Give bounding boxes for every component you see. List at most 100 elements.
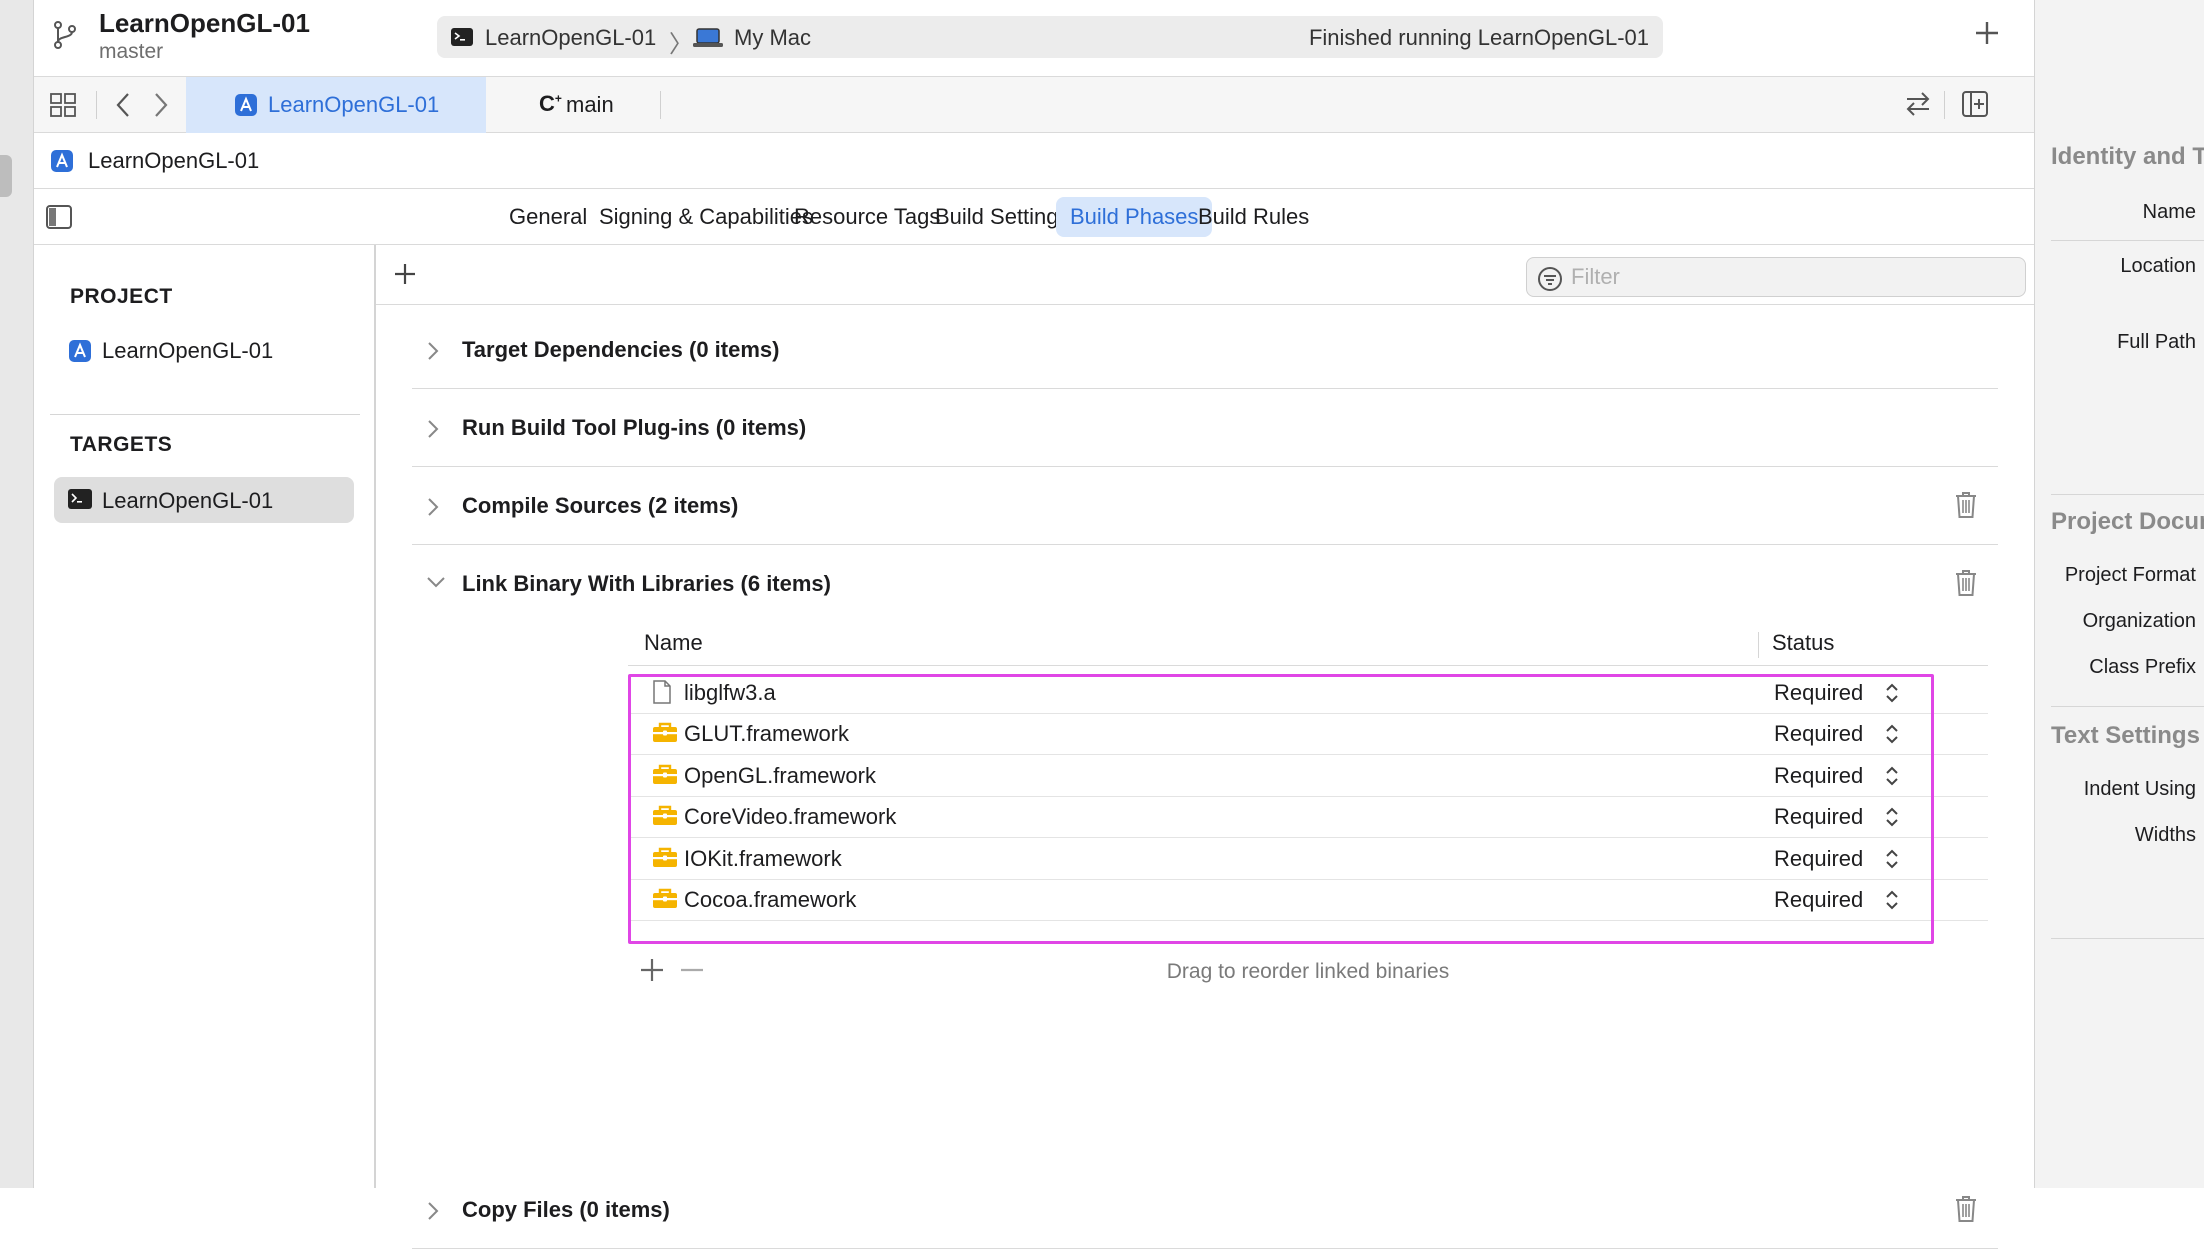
table-row[interactable]: GLUT.framework Required <box>628 711 1988 756</box>
filter-icon <box>1537 266 1563 292</box>
column-header-name[interactable]: Name <box>644 630 703 656</box>
sidebar-toggle-icon[interactable] <box>46 205 72 229</box>
inspector-section-project-document: Project Document <box>2051 508 2204 535</box>
table-row[interactable]: libglfw3.a Required <box>628 670 1988 714</box>
chevron-right-icon[interactable] <box>426 419 440 439</box>
resize-handle[interactable] <box>0 155 12 197</box>
swap-arrows-icon[interactable] <box>1904 91 1932 117</box>
inspector-label-location: Location <box>2120 255 2196 277</box>
left-edge-strip <box>0 0 34 1188</box>
sidebar-item-target[interactable]: LearnOpenGL-01 <box>54 477 354 523</box>
inspector-label-project-format: Project Format <box>2064 564 2196 586</box>
tab-project[interactable]: LearnOpenGL-01 <box>186 77 486 133</box>
trash-icon[interactable] <box>1954 569 1978 597</box>
phase-run-build-tool-plugins[interactable]: Run Build Tool Plug-ins (0 items) <box>412 389 1998 467</box>
status-stepper-icon[interactable] <box>1884 723 1900 745</box>
inspector-section-identity: Identity and Type <box>2051 143 2204 170</box>
targets-header: TARGETS <box>70 433 173 456</box>
divider <box>660 91 661 119</box>
window-toolbar: LearnOpenGL-01 master LearnOpenGL-01 〉 M… <box>34 0 2034 77</box>
chevron-right-icon[interactable] <box>426 1201 440 1221</box>
phase-title: Run Build Tool Plug-ins (0 items) <box>462 415 807 440</box>
toolbox-icon <box>652 887 678 909</box>
xcode-app-icon <box>68 339 92 363</box>
grid-icon[interactable] <box>50 93 76 117</box>
tab-build-rules[interactable]: Build Rules <box>1184 197 1323 237</box>
jump-bar: LearnOpenGL-01 <box>34 133 2034 189</box>
project-name: LearnOpenGL-01 <box>99 8 310 38</box>
table-footer: Drag to reorder linked binaries <box>628 940 1988 1000</box>
status-stepper-icon[interactable] <box>1884 889 1900 911</box>
project-targets-sidebar: PROJECT LearnOpenGL-01 TARGETS LearnOpen… <box>34 245 376 1188</box>
status-stepper-icon[interactable] <box>1884 848 1900 870</box>
table-row[interactable]: Cocoa.framework Required <box>628 877 1988 921</box>
divider <box>2051 240 2204 241</box>
phase-title: Target Dependencies (0 items) <box>462 337 780 362</box>
terminal-icon <box>451 28 473 46</box>
library-name: IOKit.framework <box>684 845 842 871</box>
table-row[interactable]: OpenGL.framework Required <box>628 753 1988 797</box>
library-name: Cocoa.framework <box>684 887 857 912</box>
trash-icon[interactable] <box>1954 491 1978 519</box>
library-name: CoreVideo.framework <box>684 804 897 830</box>
drag-hint: Drag to reorder linked binaries <box>1166 960 1450 983</box>
breadcrumb[interactable]: LearnOpenGL-01 <box>88 148 259 174</box>
editor-tab-bar: LearnOpenGL-01 C+ main <box>34 77 2034 133</box>
table-row[interactable]: CoreVideo.framework Required <box>628 794 1988 839</box>
laptop-icon <box>693 28 723 48</box>
inspector-label-indent-using: Indent Using <box>2083 778 2196 800</box>
library-name: libglfw3.a <box>684 680 776 705</box>
filter-field[interactable] <box>1526 257 2026 297</box>
divider <box>2051 494 2204 495</box>
sidebar-item-label: LearnOpenGL-01 <box>102 338 274 363</box>
phase-title: Compile Sources (2 items) <box>462 493 739 518</box>
status-stepper-icon[interactable] <box>1884 806 1900 828</box>
phases-toolbar <box>376 245 2034 305</box>
phase-copy-files[interactable]: Copy Files (0 items) <box>412 1171 1998 1249</box>
inspector-label-organization: Organization <box>2082 610 2196 632</box>
c-file-icon: C+ <box>539 91 562 116</box>
table-row[interactable]: IOKit.framework Required <box>628 836 1988 880</box>
library-status[interactable]: Required <box>1774 721 1863 747</box>
inspector-label-class-prefix: Class Prefix <box>2089 656 2196 678</box>
status-stepper-icon[interactable] <box>1884 765 1900 787</box>
library-status[interactable]: Required <box>1774 846 1863 872</box>
library-name: GLUT.framework <box>684 721 850 747</box>
add-icon[interactable] <box>1974 20 2000 46</box>
project-header: PROJECT <box>70 285 173 308</box>
filter-input[interactable] <box>1571 262 2011 292</box>
library-status[interactable]: Required <box>1774 887 1863 913</box>
library-status[interactable]: Required <box>1774 804 1863 830</box>
xcode-app-icon <box>234 93 258 117</box>
chevron-left-icon[interactable] <box>114 91 132 119</box>
phase-compile-sources[interactable]: Compile Sources (2 items) <box>412 467 1998 545</box>
column-divider <box>1758 632 1759 658</box>
scheme-selector[interactable]: LearnOpenGL-01 <box>485 25 656 51</box>
chevron-right-icon: 〉 <box>669 31 693 58</box>
tab-main[interactable]: main <box>566 92 614 118</box>
divider <box>96 91 97 119</box>
chevron-down-icon[interactable] <box>426 575 446 589</box>
inspector-panel: Identity and Type Name Location Full Pat… <box>2034 0 2204 1188</box>
inspector-section-text-settings: Text Settings <box>2051 722 2200 749</box>
scheme-activity-bar[interactable]: LearnOpenGL-01 〉 My Mac Finished running… <box>437 16 1663 58</box>
column-header-status[interactable]: Status <box>1772 630 1834 656</box>
sidebar-item-project[interactable]: LearnOpenGL-01 <box>54 327 354 373</box>
phase-target-dependencies[interactable]: Target Dependencies (0 items) <box>412 311 1998 389</box>
inspector-label-name: Name <box>2142 201 2196 223</box>
add-editor-pane-icon[interactable] <box>1962 91 1988 117</box>
trash-icon[interactable] <box>1954 1195 1978 1223</box>
divider <box>2051 706 2204 707</box>
library-status[interactable]: Required <box>1774 763 1863 789</box>
chevron-right-icon[interactable] <box>152 91 170 119</box>
phase-title: Link Binary With Libraries (6 items) <box>462 571 831 596</box>
status-stepper-icon[interactable] <box>1884 682 1900 704</box>
branch-icon <box>52 20 78 50</box>
inspector-label-widths: Widths <box>2134 824 2196 846</box>
library-status[interactable]: Required <box>1774 680 1863 706</box>
c-file-icon-letter: C <box>539 91 555 116</box>
run-destination-selector[interactable]: My Mac <box>734 25 811 51</box>
chevron-right-icon[interactable] <box>426 341 440 361</box>
add-build-phase-icon[interactable] <box>392 261 418 287</box>
chevron-right-icon[interactable] <box>426 497 440 517</box>
